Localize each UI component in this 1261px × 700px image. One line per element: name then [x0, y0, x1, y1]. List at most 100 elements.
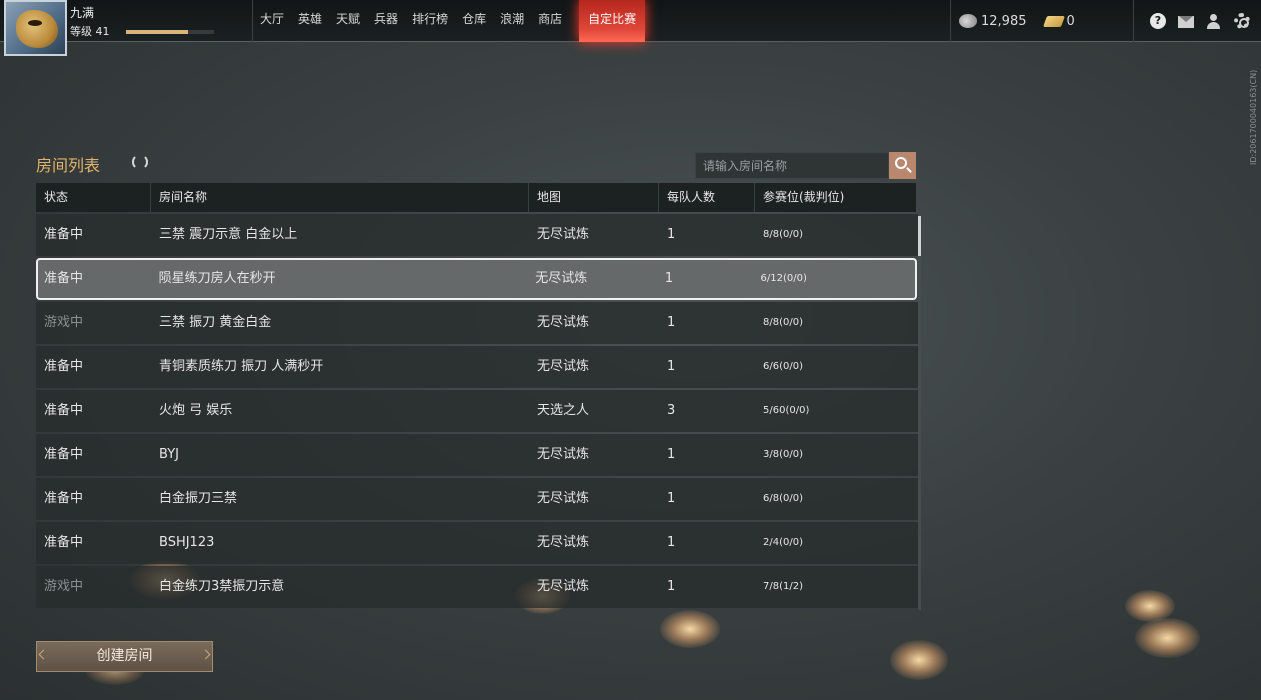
room-map: 无尽试炼 — [537, 535, 590, 550]
scrollbar-track[interactable] — [918, 256, 921, 610]
player-name: 九满 — [70, 6, 95, 20]
room-row[interactable]: 准备中 三禁 震刀示意 白金以上 无尽试炼 1 8/8(0/0) — [36, 214, 918, 256]
scrollbar-thumb[interactable] — [918, 216, 921, 256]
room-row[interactable]: 游戏中 白金练刀3禁振刀示意 无尽试炼 1 7/8(1/2) — [36, 566, 918, 608]
create-room-button[interactable]: 创建房间 — [36, 641, 213, 672]
room-team-size: 3 — [667, 403, 676, 418]
room-search-input[interactable] — [696, 153, 888, 178]
col-status[interactable]: 状态 — [36, 183, 151, 212]
col-map[interactable]: 地图 — [529, 183, 659, 212]
room-map: 无尽试炼 — [535, 271, 588, 286]
nav-weapons[interactable]: 兵器 — [367, 0, 405, 42]
room-name: 陨星练刀房人在秒开 — [158, 271, 276, 286]
search-icon — [895, 157, 907, 169]
room-name: BYJ — [159, 447, 179, 462]
room-team-size: 1 — [667, 447, 676, 462]
room-list-title: 房间列表 — [36, 156, 101, 175]
ticket-icon — [1042, 15, 1065, 27]
player-id-text: ID:2061700040163(CN) — [1249, 69, 1258, 165]
mail-icon[interactable] — [1178, 15, 1194, 28]
room-team-size: 1 — [667, 315, 676, 330]
nav-wave[interactable]: 浪潮 — [493, 0, 531, 42]
room-name: 三禁 震刀示意 白金以上 — [159, 227, 298, 242]
room-row[interactable]: 准备中 陨星练刀房人在秒开 无尽试炼 1 6/12(0/0) — [36, 258, 917, 300]
room-team-size: 1 — [664, 271, 674, 286]
room-seats: 5/60(0/0) — [763, 405, 810, 416]
nav-leaderboard[interactable]: 排行榜 — [405, 0, 455, 42]
room-seats: 2/4(0/0) — [763, 537, 803, 548]
room-team-size: 1 — [667, 359, 676, 374]
room-seats: 6/12(0/0) — [760, 273, 807, 284]
room-status: 准备中 — [44, 227, 84, 242]
nav-warehouse[interactable]: 仓库 — [455, 0, 493, 42]
room-team-size: 1 — [667, 579, 676, 594]
main-nav: 大厅 英雄 天赋 兵器 排行榜 仓库 浪潮 商店 自定比赛 — [252, 0, 646, 42]
room-seats: 3/8(0/0) — [763, 449, 803, 460]
room-map: 无尽试炼 — [537, 447, 590, 462]
friends-icon[interactable] — [1206, 13, 1222, 29]
room-map: 无尽试炼 — [537, 491, 590, 506]
room-seats: 8/8(0/0) — [763, 229, 803, 240]
ticket-count: 0 — [1066, 13, 1075, 29]
room-status: 准备中 — [44, 447, 84, 462]
room-status: 准备中 — [44, 359, 84, 374]
room-seats: 7/8(1/2) — [763, 581, 803, 592]
player-avatar[interactable] — [4, 0, 67, 56]
player-level: 等级 41 — [70, 25, 110, 38]
col-seats[interactable]: 参赛位(裁判位) — [755, 183, 916, 212]
room-table-header: 状态 房间名称 地图 每队人数 参赛位(裁判位) — [36, 183, 916, 212]
room-name: 青铜素质练刀 振刀 人满秒开 — [159, 359, 324, 374]
floating-lantern — [660, 610, 720, 648]
room-name: 白金振刀三禁 — [159, 491, 238, 506]
room-row[interactable]: 准备中 BSHJ123 无尽试炼 1 2/4(0/0) — [36, 522, 918, 564]
nav-lobby[interactable]: 大厅 — [253, 0, 291, 42]
room-map: 天选之人 — [537, 403, 590, 418]
room-status: 准备中 — [44, 271, 84, 286]
room-team-size: 1 — [667, 535, 676, 550]
nav-talents[interactable]: 天赋 — [329, 0, 367, 42]
currency-area: 12,985 0 — [950, 0, 1093, 42]
coin-icon — [959, 14, 977, 28]
room-table-body: 准备中 三禁 震刀示意 白金以上 无尽试炼 1 8/8(0/0) 准备中 陨星练刀房人在秒开… — [36, 214, 918, 610]
room-map: 无尽试炼 — [537, 579, 590, 594]
floating-lantern — [890, 640, 948, 680]
room-name: 三禁 振刀 黄金白金 — [159, 315, 272, 330]
room-seats: 6/6(0/0) — [763, 361, 803, 372]
room-seats: 6/8(0/0) — [763, 493, 803, 504]
col-team-size[interactable]: 每队人数 — [659, 183, 755, 212]
room-map: 无尽试炼 — [537, 359, 590, 374]
room-team-size: 1 — [667, 491, 676, 506]
room-row[interactable]: 准备中 火炮 弓 娱乐 天选之人 3 5/60(0/0) — [36, 390, 918, 432]
col-room-name[interactable]: 房间名称 — [151, 183, 529, 212]
room-map: 无尽试炼 — [537, 315, 590, 330]
room-status: 准备中 — [44, 535, 84, 550]
nav-heroes[interactable]: 英雄 — [291, 0, 329, 42]
room-row[interactable]: 准备中 BYJ 无尽试炼 1 3/8(0/0) — [36, 434, 918, 476]
system-icons: ? — [1133, 0, 1261, 42]
floating-lantern — [1135, 618, 1200, 658]
nav-custom-match[interactable]: 自定比赛 — [579, 0, 646, 42]
room-name: 白金练刀3禁振刀示意 — [159, 579, 285, 594]
room-name: BSHJ123 — [159, 535, 215, 550]
room-name: 火炮 弓 娱乐 — [159, 403, 233, 418]
avatar-mask-icon — [16, 10, 58, 48]
room-status: 准备中 — [44, 403, 84, 418]
settings-gear-icon[interactable] — [1234, 13, 1250, 29]
room-status: 准备中 — [44, 491, 84, 506]
room-seats: 8/8(0/0) — [763, 317, 803, 328]
room-team-size: 1 — [667, 227, 676, 242]
top-bar: 九满 等级 41 大厅 英雄 天赋 兵器 排行榜 仓库 浪潮 商店 自定比赛 1… — [0, 0, 1261, 56]
coin-count: 12,985 — [981, 13, 1027, 29]
nav-shop[interactable]: 商店 — [531, 0, 569, 42]
xp-bar — [126, 30, 214, 34]
room-row[interactable]: 游戏中 三禁 振刀 黄金白金 无尽试炼 1 8/8(0/0) — [36, 302, 918, 344]
help-icon[interactable]: ? — [1150, 13, 1166, 29]
room-row[interactable]: 准备中 青铜素质练刀 振刀 人满秒开 无尽试炼 1 6/6(0/0) — [36, 346, 918, 388]
search-button[interactable] — [889, 152, 916, 179]
room-status: 游戏中 — [44, 579, 84, 594]
room-row[interactable]: 准备中 白金振刀三禁 无尽试炼 1 6/8(0/0) — [36, 478, 918, 520]
room-map: 无尽试炼 — [537, 227, 590, 242]
room-search-box — [695, 152, 889, 179]
refresh-icon[interactable] — [132, 154, 148, 170]
room-status: 游戏中 — [44, 315, 84, 330]
